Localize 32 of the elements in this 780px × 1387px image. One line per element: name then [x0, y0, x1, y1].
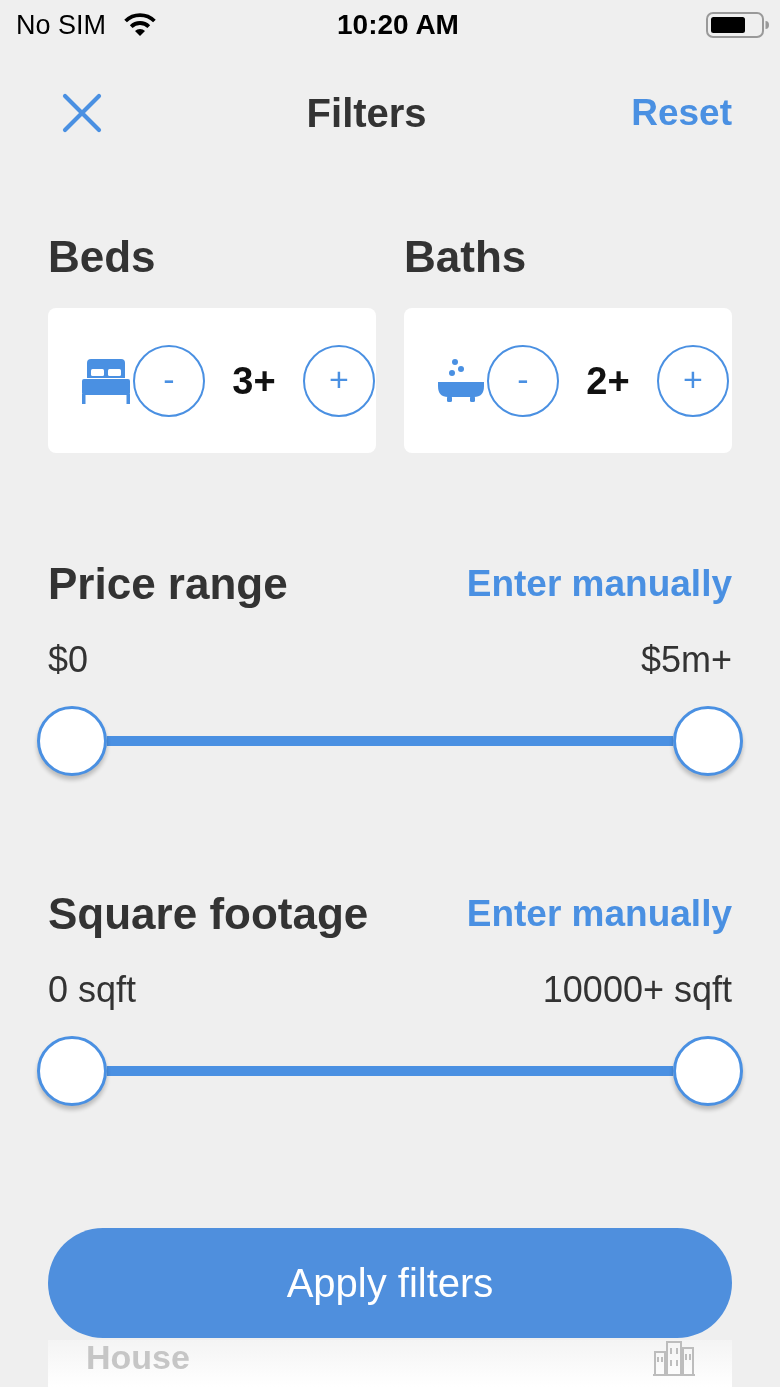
- enter-manually-link[interactable]: Enter manually: [466, 895, 732, 932]
- section-heading: Beds: [48, 231, 157, 283]
- decrement-button[interactable]: -: [133, 344, 205, 417]
- decrement-button[interactable]: -: [487, 344, 559, 417]
- close-icon: [62, 92, 102, 133]
- building-icon: [652, 1340, 696, 1376]
- enter-manually-link[interactable]: Enter manually: [466, 565, 732, 602]
- range-max-label: $5m+: [640, 638, 732, 682]
- counter-value: 2+: [585, 361, 631, 400]
- slider-thumb[interactable]: [37, 706, 107, 776]
- range-min-label: 0 sqft: [48, 968, 137, 1012]
- range-min-label: $0: [48, 638, 89, 682]
- increment-button[interactable]: +: [303, 344, 375, 417]
- reset-button[interactable]: Reset: [631, 94, 732, 131]
- section-heading: Baths: [404, 231, 528, 283]
- wifi-icon: [123, 13, 158, 37]
- slider-thumb[interactable]: [37, 1036, 107, 1106]
- screen-title: Filters: [306, 92, 427, 133]
- bed-icon: [82, 357, 130, 404]
- bathtub-icon: [438, 357, 484, 404]
- section-heading: Square footage: [48, 888, 369, 940]
- carrier-label: No SIM: [16, 11, 107, 39]
- slider-thumb[interactable]: [673, 1036, 743, 1106]
- apply-filters-button[interactable]: Apply filters: [48, 1228, 732, 1338]
- clock-time: 10:20 AM: [336, 11, 459, 39]
- close-button[interactable]: [62, 92, 102, 133]
- increment-button[interactable]: +: [657, 344, 729, 417]
- range-max-label: 10000+ sqft: [542, 968, 732, 1012]
- section-heading: Price range: [48, 558, 288, 610]
- slider-thumb[interactable]: [673, 706, 743, 776]
- counter-value: 3+: [231, 361, 277, 400]
- battery-icon: [706, 12, 770, 38]
